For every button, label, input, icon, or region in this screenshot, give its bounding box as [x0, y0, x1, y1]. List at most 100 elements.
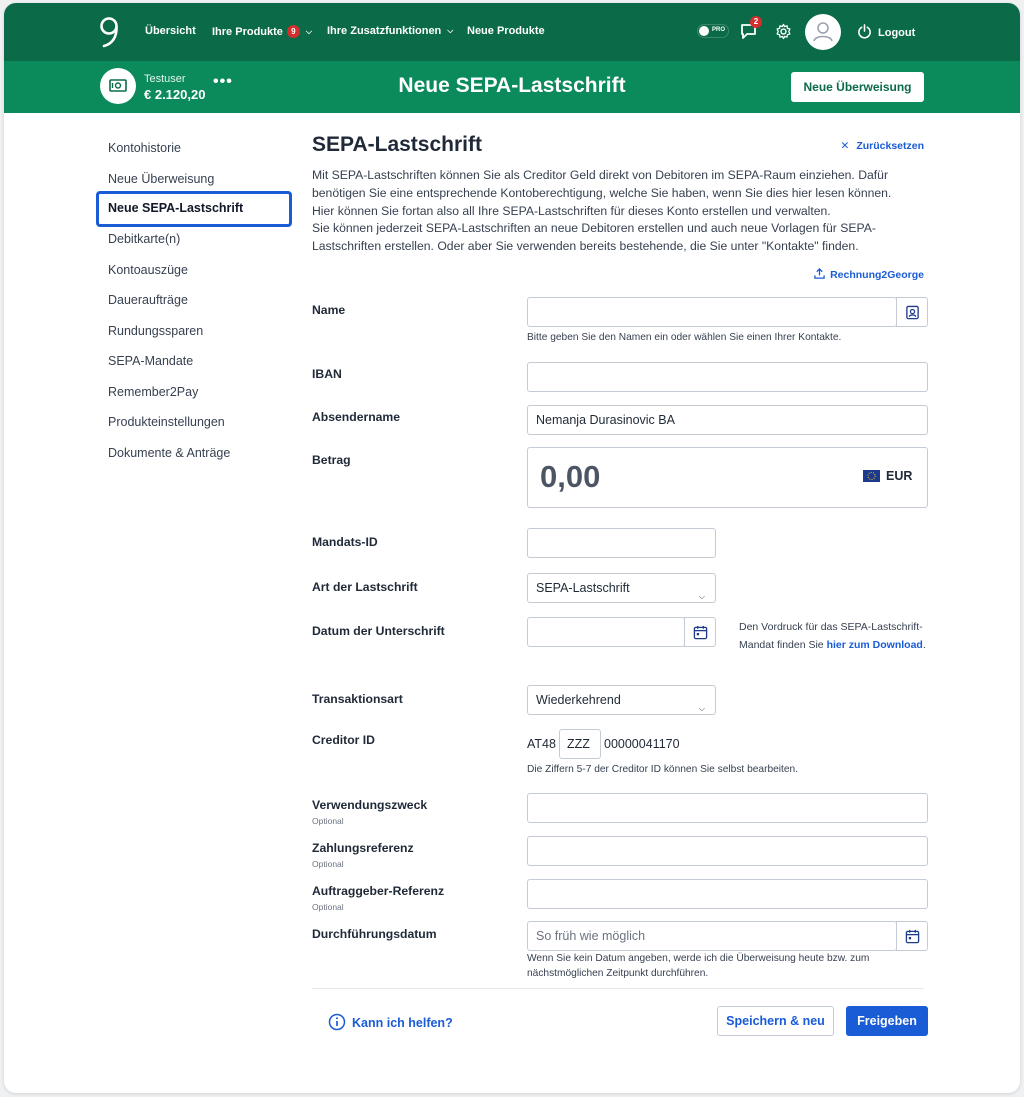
name-input[interactable] [527, 297, 897, 327]
creditor-id-label: Creditor ID [312, 733, 375, 747]
sidebar-item-debit-cards[interactable]: Debitkarte(n) [96, 224, 292, 255]
debit-type-value: SEPA-Lastschrift [536, 581, 630, 595]
mandate-hint-end: . [922, 639, 926, 651]
purpose-input[interactable] [527, 793, 928, 823]
intro-line: Mit SEPA-Lastschriften können Sie als Cr… [312, 168, 889, 182]
george-logo[interactable] [98, 15, 122, 49]
sidebar-item-new-sepa-debit[interactable]: Neue SEPA-Lastschrift [96, 191, 292, 227]
rechnung2george-link[interactable]: Rechnung2George [814, 268, 924, 281]
chevron-down-icon: ⌵ [447, 26, 454, 35]
nav-overview[interactable]: Übersicht [145, 25, 196, 37]
payment-reference-input[interactable] [527, 836, 928, 866]
mandate-id-input[interactable] [527, 528, 716, 558]
signature-date-input[interactable] [527, 617, 685, 647]
power-icon [858, 24, 871, 39]
reset-label: Zurücksetzen [856, 140, 924, 152]
sender-name-input[interactable]: Nemanja Durasinovic BA [527, 405, 928, 435]
transaction-type-select[interactable]: Wiederkehrend ⌵ [527, 685, 716, 715]
intro-text: Mit SEPA-Lastschriften können Sie als Cr… [312, 167, 924, 256]
app-frame: Übersicht Ihre Produkte 9 ⌵ Ihre Zusatzfun… [4, 3, 1020, 1093]
sidebar-item-sepa-mandates[interactable]: SEPA-Mandate [96, 346, 292, 377]
reset-button[interactable]: ✕ Zurücksetzen [841, 140, 925, 152]
download-link[interactable]: hier zum Download [827, 639, 923, 651]
calendar-icon [905, 929, 919, 943]
nav-new-products[interactable]: Neue Produkte [467, 25, 545, 37]
intro-line: Sie können jederzeit SEPA-Lastschriften … [312, 221, 876, 236]
contacts-button[interactable] [896, 297, 928, 327]
execution-date-hint: Wenn Sie kein Datum angeben, werde ich d… [527, 951, 869, 981]
iban-input[interactable] [527, 362, 928, 392]
nav-products-label: Ihre Produkte [212, 26, 283, 38]
chevron-down-icon: ⌵ [698, 592, 705, 601]
amount-label: Betrag [312, 453, 351, 467]
creditor-id-prefix: AT48 [527, 737, 556, 751]
purpose-optional: Optional [312, 816, 344, 826]
messages-badge: 2 [750, 16, 762, 28]
sidebar-item-round-up-savings[interactable]: Rundungssparen [96, 316, 292, 347]
payment-reference-optional: Optional [312, 859, 344, 869]
sidebar: Kontohistorie Neue Überweisung Neue SEPA… [96, 133, 292, 468]
sidebar-item-remember2pay[interactable]: Remember2Pay [96, 377, 292, 408]
mandate-form-hint: Den Vordruck für das SEPA-Lastschrift-Ma… [739, 618, 929, 654]
sidebar-item-documents[interactable]: Dokumente & Anträge [96, 438, 292, 469]
gear-icon[interactable] [775, 23, 792, 40]
products-count-badge: 9 [286, 25, 300, 38]
amount-value: 0,00 [540, 459, 601, 494]
intro-line: Lastschriften erstellen. Oder aber Sie v… [312, 239, 859, 254]
toggle-knob [699, 26, 709, 36]
execution-date-hint-line: Wenn Sie kein Datum angeben, werde ich d… [527, 953, 870, 964]
form-title: SEPA-Lastschrift [312, 133, 482, 156]
mandate-id-label: Mandats-ID [312, 535, 378, 549]
rechnung2george-label: Rechnung2George [830, 269, 924, 281]
debit-type-label: Art der Lastschrift [312, 580, 418, 594]
signature-date-label: Datum der Unterschrift [312, 624, 445, 638]
payment-reference-label: Zahlungsreferenz [312, 841, 414, 855]
sidebar-item-product-settings[interactable]: Produkteinstellungen [96, 407, 292, 438]
sidebar-item-new-transfer[interactable]: Neue Überweisung [96, 164, 292, 195]
currency-label: EUR [886, 469, 913, 483]
execution-date-picker[interactable] [896, 921, 928, 951]
user-icon [813, 22, 833, 42]
release-button[interactable]: Freigeben [846, 1006, 928, 1036]
account-header: Testuser € 2.120,20 ••• Neue SEPA-Lastsc… [4, 61, 1020, 113]
top-navigation: Übersicht Ihre Produkte 9 ⌵ Ihre Zusatzfun… [4, 3, 1020, 61]
signature-date-picker[interactable] [684, 617, 716, 647]
pro-toggle[interactable]: PRO [697, 24, 729, 38]
debit-type-select[interactable]: SEPA-Lastschrift ⌵ [527, 573, 716, 603]
sidebar-item-statements[interactable]: Kontoauszüge [96, 255, 292, 286]
calendar-icon [693, 625, 707, 639]
avatar[interactable] [805, 14, 841, 50]
transaction-type-value: Wiederkehrend [536, 693, 621, 707]
logout-label: Logout [878, 27, 916, 39]
amount-field[interactable]: 0,00 EUR [527, 447, 928, 508]
execution-date-input[interactable]: So früh wie möglich [527, 921, 897, 951]
nav-extra-functions-label: Ihre Zusatzfunktionen [327, 25, 442, 37]
transaction-type-label: Transaktionsart [312, 692, 403, 706]
chevron-down-icon: ⌵ [305, 27, 312, 36]
help-label: Kann ich helfen? [352, 1016, 453, 1030]
execution-date-hint-line: nächstmöglichen Zeitpunkt durchführen. [527, 968, 709, 979]
intro-line: benötigen Sie eine entsprechende Kontobe… [312, 185, 892, 200]
close-icon: ✕ [840, 140, 850, 152]
new-transfer-button[interactable]: Neue Überweisung [791, 72, 924, 102]
intro-line: Hier können Sie fortan also all Ihre SEP… [312, 203, 831, 218]
contact-card-icon [905, 305, 919, 319]
creditor-id-suffix: 00000041170 [604, 737, 680, 751]
save-and-new-button[interactable]: Speichern & neu [717, 1006, 834, 1036]
sidebar-item-standing-orders[interactable]: Daueraufträge [96, 285, 292, 316]
form-divider [312, 988, 924, 989]
pro-label: PRO [712, 27, 726, 33]
creditor-id-editable-input[interactable]: ZZZ [559, 729, 601, 759]
nav-extra-functions[interactable]: Ihre Zusatzfunktionen ⌵ [327, 25, 453, 37]
sender-name-label: Absendername [312, 410, 401, 424]
client-reference-optional: Optional [312, 902, 344, 912]
sidebar-item-account-history[interactable]: Kontohistorie [96, 133, 292, 164]
help-link[interactable]: Kann ich helfen? [328, 1013, 453, 1031]
creditor-id-hint: Die Ziffern 5-7 der Creditor ID können S… [527, 764, 799, 775]
info-icon [328, 1013, 346, 1031]
chevron-down-icon: ⌵ [698, 704, 705, 713]
nav-products[interactable]: Ihre Produkte 9 ⌵ [212, 25, 312, 38]
client-reference-input[interactable] [527, 879, 928, 909]
name-hint: Bitte geben Sie den Namen ein oder wähle… [527, 332, 842, 343]
logout-button[interactable]: Logout [857, 24, 915, 39]
